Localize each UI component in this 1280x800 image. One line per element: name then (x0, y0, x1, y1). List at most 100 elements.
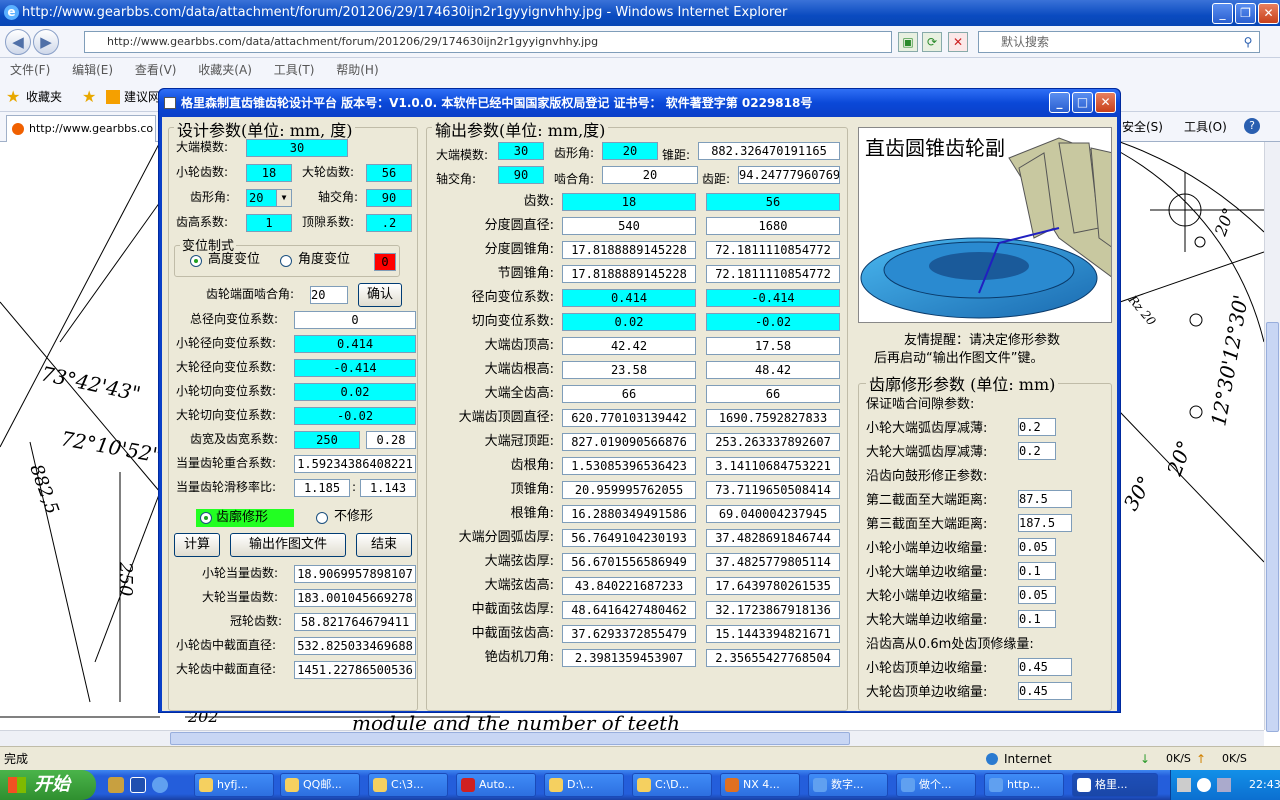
dm2-field: 1451.22786500536 (294, 661, 416, 679)
x2-input[interactable]: -0.414 (294, 359, 416, 377)
sigma-input[interactable]: 90 (366, 189, 412, 207)
menu-view[interactable]: 查看(V) (135, 63, 177, 77)
output-pinion-value: 17.8188889145228 (562, 241, 696, 259)
browser-title-bar: e http://www.gearbbs.com/data/attachment… (0, 0, 1280, 26)
task-item-3[interactable]: C:\3... (368, 773, 448, 797)
start-button[interactable]: 开始 (0, 770, 96, 800)
zv2-label: 大轮当量齿数: (202, 590, 279, 604)
xt2-label: 大轮切向变位系数: (176, 408, 277, 422)
calculate-button[interactable]: 计算 (174, 533, 220, 557)
quicklaunch-icon-1[interactable] (108, 777, 124, 793)
suggest-link[interactable]: 建议网 (124, 82, 160, 112)
pinion-thinning-input[interactable]: 0.2 (1018, 418, 1056, 436)
module-input[interactable]: 30 (246, 139, 348, 157)
z2-input[interactable]: 56 (366, 164, 412, 182)
output-row-label: 大端齿顶圆直径: (458, 410, 554, 425)
pinion-large-shrink-input[interactable]: 0.1 (1018, 562, 1056, 580)
app-close-button[interactable]: ✕ (1095, 92, 1116, 113)
pinion-small-shrink-input[interactable]: 0.05 (1018, 538, 1056, 556)
add-favorite-icon[interactable]: ★ (82, 82, 96, 112)
task-item-11[interactable]: 格里... (1072, 773, 1158, 797)
modify-on-radio[interactable] (200, 512, 212, 524)
tools-menu[interactable]: 工具(O) (1184, 118, 1227, 135)
tray-arrow-icon[interactable] (1197, 778, 1211, 792)
app-maximize-button[interactable]: □ (1072, 92, 1093, 113)
search-input[interactable]: 默认搜索 (978, 31, 1260, 53)
output-pinion-value: 56.7649104230193 (562, 529, 696, 547)
help-icon[interactable]: ? (1244, 118, 1260, 134)
end-angle-input[interactable]: 20 (310, 286, 348, 304)
task-item-4[interactable]: Auto... (456, 773, 536, 797)
gear-thinning-input[interactable]: 0.2 (1018, 442, 1056, 460)
favorites-button[interactable]: 收藏夹 (26, 82, 62, 112)
section3-input[interactable]: 187.5 (1018, 514, 1072, 532)
task-item-7[interactable]: NX 4... (720, 773, 800, 797)
exit-button[interactable]: 结束 (356, 533, 412, 557)
menu-favorites[interactable]: 收藏夹(A) (198, 63, 252, 77)
chevron-down-icon[interactable]: ▼ (276, 190, 291, 206)
compat-icon[interactable]: ▣ (898, 32, 918, 52)
forward-button[interactable]: ▶ (33, 29, 59, 55)
module-label: 大端模数: (176, 140, 229, 154)
x2-label: 大轮径向变位系数: (176, 360, 277, 374)
task-item-8[interactable]: 数字... (808, 773, 888, 797)
section2-input[interactable]: 87.5 (1018, 490, 1072, 508)
horizontal-scroll-thumb[interactable] (170, 732, 850, 745)
menu-file[interactable]: 文件(F) (10, 63, 50, 77)
out-module-field: 30 (498, 142, 544, 160)
task-item-1[interactable]: hyfj... (194, 773, 274, 797)
xt1-input[interactable]: 0.02 (294, 383, 416, 401)
tray-keyboard-icon[interactable] (1177, 778, 1191, 792)
shift-angle-radio[interactable] (280, 255, 292, 267)
menu-help[interactable]: 帮助(H) (336, 63, 378, 77)
task-item-2[interactable]: QQ邮... (280, 773, 360, 797)
alpha-select[interactable]: 20 ▼ (246, 189, 292, 207)
ha-input[interactable]: 1 (246, 214, 292, 232)
vertical-scroll-thumb[interactable] (1266, 322, 1279, 732)
close-button[interactable]: ✕ (1258, 3, 1279, 24)
z1-input[interactable]: 18 (246, 164, 292, 182)
address-input[interactable]: http://www.gearbbs.com/data/attachment/f… (84, 31, 892, 53)
refresh-icon[interactable]: ⟳ (922, 32, 942, 52)
output-gear-value: 56 (706, 193, 840, 211)
safety-menu[interactable]: 安全(S) (1122, 118, 1163, 135)
quicklaunch-icon-2[interactable] (130, 777, 146, 793)
modify-off-radio[interactable] (316, 512, 328, 524)
confirm-button[interactable]: 确认 (358, 283, 402, 307)
app-minimize-button[interactable]: _ (1049, 92, 1070, 113)
export-drawing-button[interactable]: 输出作图文件 (230, 533, 346, 557)
output-row-label: 大端弦齿厚: (484, 554, 554, 569)
search-icon[interactable]: ⚲ (1238, 32, 1258, 52)
quicklaunch-icon-3[interactable] (152, 777, 168, 793)
shift-height-radio[interactable] (190, 255, 202, 267)
x1-input[interactable]: 0.414 (294, 335, 416, 353)
vertical-scrollbar[interactable] (1264, 142, 1280, 732)
xt2-input[interactable]: -0.02 (294, 407, 416, 425)
menu-edit[interactable]: 编辑(E) (72, 63, 113, 77)
maximize-button[interactable]: ❐ (1235, 3, 1256, 24)
gear-tip-input[interactable]: 0.45 (1018, 682, 1072, 700)
back-button[interactable]: ◀ (5, 29, 31, 55)
minimize-button[interactable]: _ (1212, 3, 1233, 24)
task-item-10[interactable]: http... (984, 773, 1064, 797)
output-pinion-value: 620.770103139442 (562, 409, 696, 427)
stop-icon[interactable]: ✕ (948, 32, 968, 52)
width-input[interactable]: 250 (294, 431, 360, 449)
pinion-tip-input[interactable]: 0.45 (1018, 658, 1072, 676)
tray-network-icon[interactable] (1217, 778, 1231, 792)
task-item-9[interactable]: 做个... (896, 773, 976, 797)
output-pinion-value: 0.414 (562, 289, 696, 307)
output-row-label: 大端齿顶高: (484, 338, 554, 353)
task-item-6[interactable]: C:\D... (632, 773, 712, 797)
task-item-5[interactable]: D:\... (544, 773, 624, 797)
modify-on-option[interactable]: 齿廓修形 (196, 509, 294, 527)
shift-angle-label: 角度变位 (298, 252, 351, 267)
c-input[interactable]: .2 (366, 214, 412, 232)
gear-small-shrink-input[interactable]: 0.05 (1018, 586, 1056, 604)
menu-tools[interactable]: 工具(T) (274, 63, 315, 77)
up-arrow-icon: ↑ (1196, 752, 1207, 766)
horizontal-scrollbar[interactable] (0, 730, 1264, 746)
gear-large-shrink-input[interactable]: 0.1 (1018, 610, 1056, 628)
clock[interactable]: 22:43 (1249, 770, 1280, 800)
tab-current[interactable]: http://www.gearbbs.co (6, 115, 156, 142)
